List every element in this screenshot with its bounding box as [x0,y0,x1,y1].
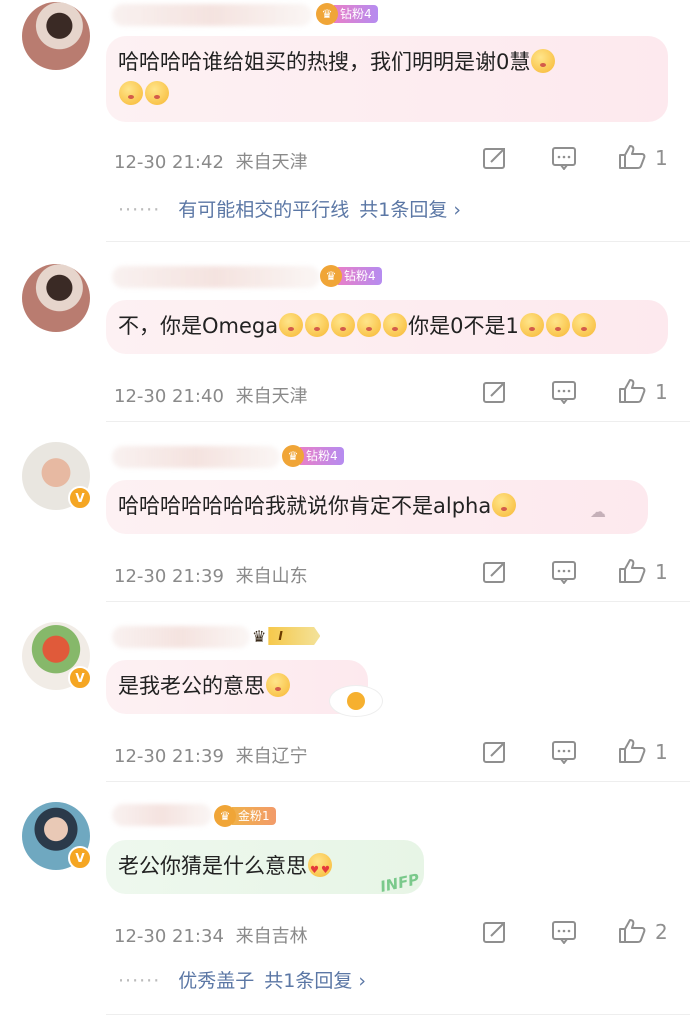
fan-badge: ♛ 钻粉4 [316,3,378,25]
comment-3: V ♛ 钻粉4 哈哈哈哈哈哈哈我就说你肯定不是alpha ☁ 12-30 21:… [0,422,690,602]
repost-icon[interactable] [482,146,508,170]
verified-badge-icon: V [68,846,92,870]
timestamp: 12-30 21:42 [114,152,224,173]
dots-icon: ······ [118,970,161,992]
emoji-icon [357,313,382,337]
timestamp: 12-30 21:34 [114,926,224,947]
comment-icon[interactable] [551,146,577,170]
comment-1: ♛ 钻粉4 哈哈哈哈谁给姐买的热搜，我们明明是谢0慧 12-30 21:42 来… [0,0,690,242]
replies-link[interactable]: ······ 有可能相交的平行线 共1条回复 › [118,195,461,222]
verified-badge-icon: V [68,666,92,690]
comment-text: 哈哈哈哈哈哈哈我就说你肯定不是alpha [118,494,492,518]
comment-icon[interactable] [551,380,577,404]
comment-2: ♛ 钻粉4 不，你是Omega 你是0不是1 12-30 21:40 来自天津 1 [0,242,690,422]
crown-icon: ♛ [252,626,267,646]
username-blurred[interactable] [112,626,250,648]
comment-text: 老公你猜是什么意思 [118,854,307,878]
like-icon[interactable] [618,378,646,404]
location: 来自天津 [235,152,308,173]
like-count: 1 [655,380,668,404]
avatar[interactable] [22,2,90,70]
comment-meta: 12-30 21:34 来自吉林 [114,922,308,948]
emoji-icon [279,313,304,337]
repost-icon[interactable] [482,380,508,404]
bubble-decoration-icon: ☁ [590,502,606,521]
timestamp: 12-30 21:40 [114,386,224,407]
heart-eyes-emoji-icon [308,853,332,887]
comment-4: V ♛ I 是我老公的意思 12-30 21:39 来自辽宁 1 [0,602,690,782]
crown-icon: ♛ [316,3,338,25]
comment-icon[interactable] [551,920,577,944]
username-blurred[interactable] [112,266,320,288]
comment-bubble: 是我老公的意思 [106,660,368,714]
comment-text: 不，你是Omega [118,314,279,338]
like-icon[interactable] [618,558,646,584]
like-icon[interactable] [618,144,646,170]
like-count: 1 [655,146,668,170]
comment-icon[interactable] [551,740,577,764]
reply-count: 共1条回复 › [264,970,366,992]
verified-badge-icon: V [68,486,92,510]
emoji-icon [545,313,570,337]
like-icon[interactable] [618,918,646,944]
comment-meta: 12-30 21:42 来自天津 [114,148,308,174]
fan-badge: ♛ 钻粉4 [282,445,344,467]
timestamp: 12-30 21:39 [114,746,224,767]
emoji-icon [331,313,356,337]
comment-text: 是我老公的意思 [118,674,265,698]
comment-bubble: 哈哈哈哈哈哈哈我就说你肯定不是alpha [106,480,648,534]
like-count: 1 [655,560,668,584]
avatar[interactable] [22,264,90,332]
emoji-icon [266,673,290,697]
like-count: 2 [655,920,668,944]
location: 来自吉林 [235,926,308,947]
emoji-icon [119,81,143,105]
vip-badge: ♛ I [252,625,321,647]
username-blurred[interactable] [112,804,212,826]
emoji-icon [145,81,169,105]
location: 来自辽宁 [235,746,308,767]
crown-icon: ♛ [214,805,236,827]
emoji-icon [531,49,556,73]
fan-badge: ♛ 金粉1 [214,805,276,827]
username-blurred[interactable] [112,4,312,26]
first-reply-text: 有可能相交的平行线 [178,199,350,221]
location: 来自山东 [235,566,308,587]
username-blurred[interactable] [112,446,280,468]
replies-link[interactable]: ······ 优秀盖子 共1条回复 › [118,966,366,993]
repost-icon[interactable] [482,740,508,764]
comment-bubble: 老公你猜是什么意思 [106,840,424,894]
comment-text: 你是0不是1 [408,314,519,338]
fan-badge: ♛ 钻粉4 [320,265,382,287]
comment-meta: 12-30 21:40 来自天津 [114,382,308,408]
comment-bubble: 不，你是Omega 你是0不是1 [106,300,668,354]
crown-icon: ♛ [320,265,342,287]
comment-5: V ♛ 金粉1 老公你猜是什么意思 INFP 12-30 21:34 来自吉林 … [0,782,690,1032]
crown-icon: ♛ [282,445,304,467]
reply-count: 共1条回复 › [359,199,461,221]
repost-icon[interactable] [482,560,508,584]
dots-icon: ······ [118,199,161,221]
like-icon[interactable] [618,738,646,764]
emoji-icon [519,313,544,337]
comment-bubble: 哈哈哈哈谁给姐买的热搜，我们明明是谢0慧 [106,36,668,122]
first-reply-text: 优秀盖子 [178,970,255,992]
divider [106,1014,690,1015]
comment-text: 哈哈哈哈谁给姐买的热搜，我们明明是谢0慧 [118,50,531,74]
emoji-icon [383,313,408,337]
timestamp: 12-30 21:39 [114,566,224,587]
fried-egg-decoration-icon [330,686,382,716]
comment-meta: 12-30 21:39 来自山东 [114,562,308,588]
comment-meta: 12-30 21:39 来自辽宁 [114,742,308,768]
repost-icon[interactable] [482,920,508,944]
like-count: 1 [655,740,668,764]
emoji-icon [571,313,596,337]
comment-icon[interactable] [551,560,577,584]
emoji-icon [492,493,517,517]
emoji-icon [305,313,330,337]
location: 来自天津 [235,386,308,407]
